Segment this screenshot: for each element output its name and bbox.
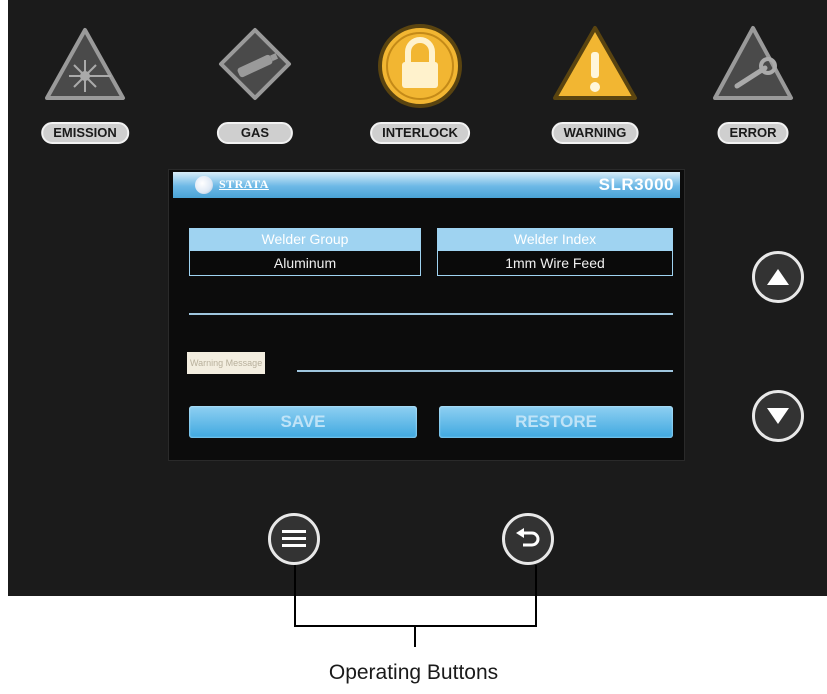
- brand-logo-text: STRATA: [219, 177, 269, 191]
- up-button[interactable]: [752, 251, 804, 303]
- indicator-warning: WARNING: [540, 16, 650, 146]
- menu-button[interactable]: [268, 513, 320, 565]
- welder-group-field[interactable]: Aluminum: [189, 250, 421, 276]
- back-button[interactable]: [502, 513, 554, 565]
- emission-label: EMISSION: [41, 122, 129, 144]
- control-panel: EMISSION GAS INTERLOCK WARNING ERROR STR…: [8, 0, 827, 596]
- warning-message-line: [297, 370, 673, 372]
- back-icon: [516, 528, 540, 547]
- gas-label: GAS: [216, 122, 294, 144]
- wrench-icon: [713, 26, 793, 100]
- lcd-screen: STRATA SLR3000 Welder Group Aluminum Wel…: [168, 169, 685, 461]
- welder-index-header: Welder Index: [437, 228, 673, 250]
- callout-line-right: [535, 565, 537, 627]
- menu-icon: [282, 530, 306, 547]
- indicator-emission: EMISSION: [30, 16, 140, 146]
- indicator-gas: GAS: [200, 16, 310, 146]
- model-name: SLR3000: [598, 175, 674, 194]
- error-label: ERROR: [717, 122, 789, 144]
- callout-line-stem: [414, 625, 416, 647]
- down-arrow-icon: [767, 408, 789, 424]
- padlock-icon: [378, 24, 462, 108]
- warning-icon: [553, 26, 637, 100]
- warning-message-label: Warning Message: [187, 352, 266, 374]
- callout-line-left: [294, 565, 296, 627]
- save-button[interactable]: SAVE: [189, 406, 417, 438]
- strata-logo-icon: [195, 176, 213, 194]
- welder-group-header: Welder Group: [189, 228, 421, 250]
- down-button[interactable]: [752, 390, 804, 442]
- gas-cylinder-icon: [219, 28, 291, 100]
- indicator-interlock: INTERLOCK: [365, 16, 475, 146]
- up-arrow-icon: [767, 269, 789, 285]
- laser-radiation-icon: [45, 28, 125, 100]
- indicator-error: ERROR: [698, 16, 808, 146]
- restore-button[interactable]: RESTORE: [439, 406, 673, 438]
- welder-index-field[interactable]: 1mm Wire Feed: [437, 250, 673, 276]
- title-bar: STRATA SLR3000: [173, 172, 680, 198]
- divider: [189, 313, 673, 315]
- warning-label: WARNING: [551, 122, 639, 144]
- interlock-label: INTERLOCK: [370, 122, 470, 144]
- operating-buttons-caption: Operating Buttons: [328, 661, 499, 684]
